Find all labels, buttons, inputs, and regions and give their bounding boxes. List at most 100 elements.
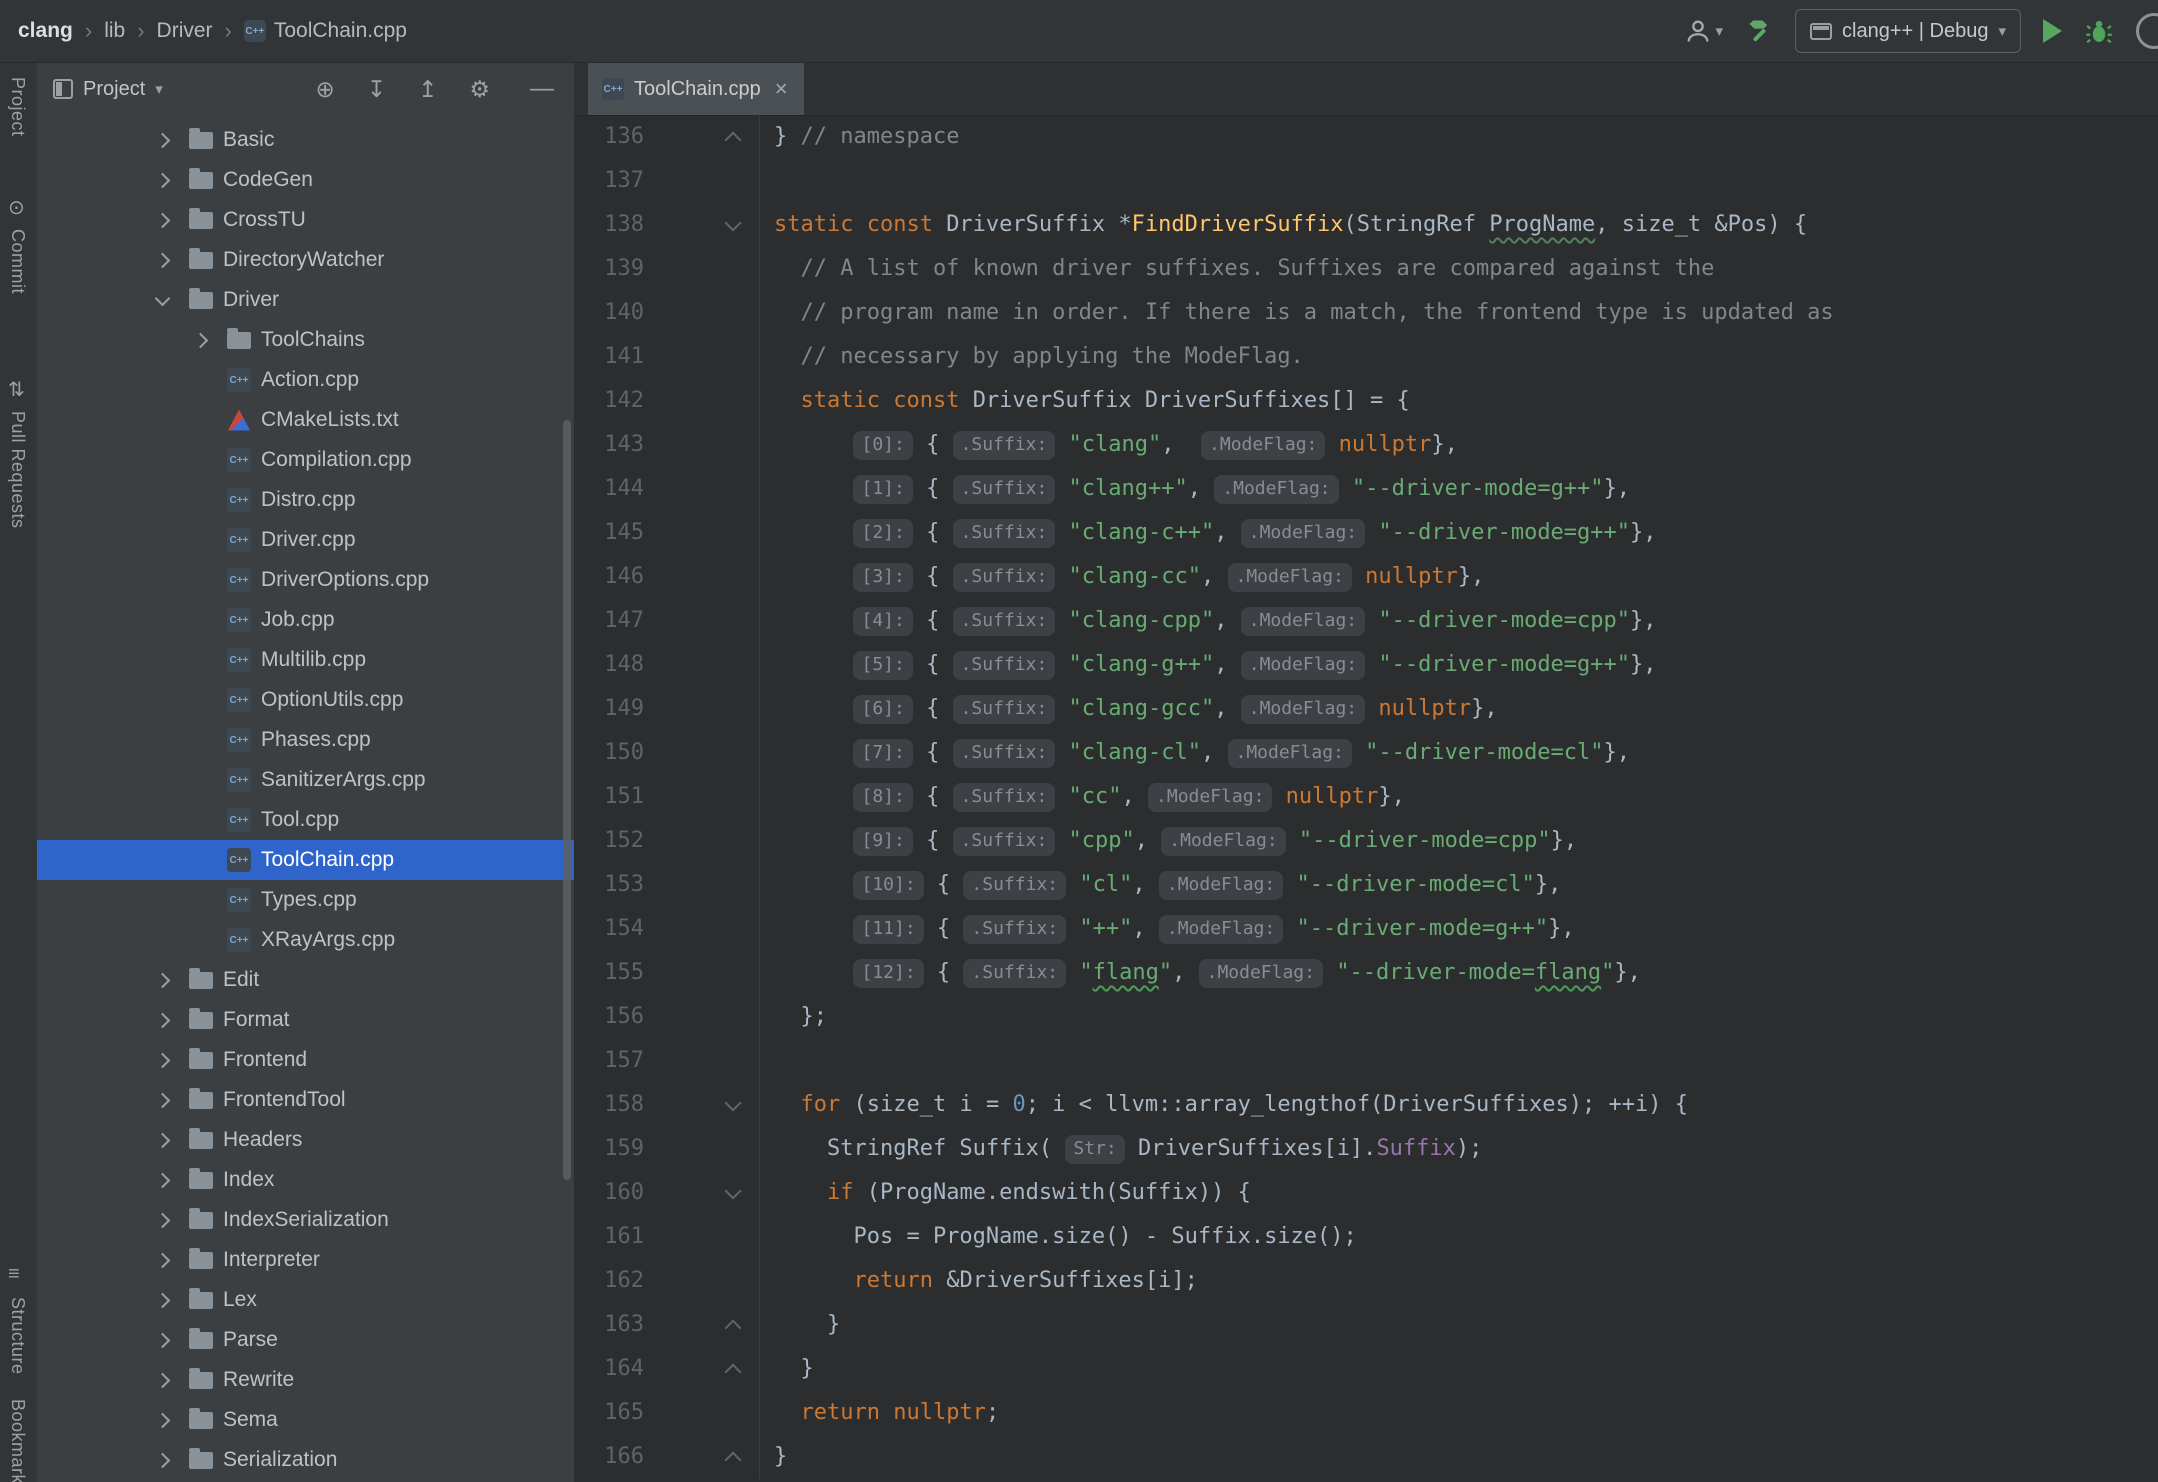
tree-item[interactable]: FrontendTool [37,1080,574,1120]
tree-item[interactable]: C++OptionUtils.cpp [37,680,574,720]
close-icon[interactable]: × [775,76,788,102]
code-line[interactable]: 159 StringRef Suffix( Str: DriverSuffixe… [574,1127,2158,1171]
code-line[interactable]: 148 [5]: { .Suffix: "clang-g++", .ModeFl… [574,643,2158,687]
chevron-right-icon[interactable] [155,252,171,268]
tree-item[interactable]: Parse [37,1320,574,1360]
tree-item[interactable]: C++Distro.cpp [37,480,574,520]
build-button[interactable] [1745,17,1773,45]
chevron-right-icon[interactable] [155,172,171,188]
fold-marker[interactable] [644,1435,760,1479]
tree-item[interactable]: IndexSerialization [37,1200,574,1240]
fold-marker[interactable] [644,203,760,247]
chevron-right-icon[interactable] [155,1332,171,1348]
tree-item[interactable]: Index [37,1160,574,1200]
tree-item[interactable]: Driver [37,280,574,320]
chevron-right-icon[interactable] [155,1052,171,1068]
code-line[interactable]: 150 [7]: { .Suffix: "clang-cl", .ModeFla… [574,731,2158,775]
code-line[interactable]: 145 [2]: { .Suffix: "clang-c++", .ModeFl… [574,511,2158,555]
chevron-right-icon[interactable] [155,212,171,228]
code-line[interactable]: 144 [1]: { .Suffix: "clang++", .ModeFlag… [574,467,2158,511]
tree-item[interactable]: C++Driver.cpp [37,520,574,560]
project-panel-title[interactable]: Project [83,78,145,101]
run-button[interactable] [2043,19,2062,43]
tree-item[interactable]: C++Types.cpp [37,880,574,920]
user-menu-button[interactable]: ▾ [1684,17,1724,45]
tree-item[interactable]: C++Phases.cpp [37,720,574,760]
pull-requests-icon[interactable]: ⇅ [8,377,25,402]
chevron-right-icon[interactable] [155,1092,171,1108]
tree-item[interactable]: Sema [37,1400,574,1440]
code-line[interactable]: 142 static const DriverSuffix DriverSuff… [574,379,2158,423]
code-line[interactable]: 153 [10]: { .Suffix: "cl", .ModeFlag: "-… [574,863,2158,907]
sidebar-item-bookmarks[interactable]: Bookmarks [7,1399,28,1482]
tree-item[interactable]: C++Compilation.cpp [37,440,574,480]
code-line[interactable]: 156 }; [574,995,2158,1039]
tree-item[interactable]: Lex [37,1280,574,1320]
chevron-right-icon[interactable] [155,1172,171,1188]
structure-icon[interactable]: ≡ [8,1263,20,1286]
tree-item[interactable]: C++Tool.cpp [37,800,574,840]
breadcrumb-item-lib[interactable]: lib [104,19,125,43]
code-line[interactable]: 140 // program name in order. If there i… [574,291,2158,335]
code-line[interactable]: 161 Pos = ProgName.size() - Suffix.size(… [574,1215,2158,1259]
tree-item[interactable]: C++SanitizerArgs.cpp [37,760,574,800]
chevron-right-icon[interactable] [155,1212,171,1228]
locate-file-button[interactable]: ⊕ [316,76,335,103]
code-line[interactable]: 158 for (size_t i = 0; i < llvm::array_l… [574,1083,2158,1127]
tree-item[interactable]: C++Action.cpp [37,360,574,400]
tree-item[interactable]: C++Job.cpp [37,600,574,640]
code-line[interactable]: 147 [4]: { .Suffix: "clang-cpp", .ModeFl… [574,599,2158,643]
code-line[interactable]: 149 [6]: { .Suffix: "clang-gcc", .ModeFl… [574,687,2158,731]
fold-marker[interactable] [644,1347,760,1391]
code-line[interactable]: 146 [3]: { .Suffix: "clang-cc", .ModeFla… [574,555,2158,599]
code-line[interactable]: 164 } [574,1347,2158,1391]
code-line[interactable]: 143 [0]: { .Suffix: "clang", .ModeFlag: … [574,423,2158,467]
breadcrumb-item-project[interactable]: clang [18,19,73,43]
sidebar-item-pull-requests[interactable]: Pull Requests [7,411,28,529]
code-line[interactable]: 163 } [574,1303,2158,1347]
breadcrumb-item-file[interactable]: C++ ToolChain.cpp [244,19,407,43]
hide-panel-button[interactable]: — [530,75,554,103]
tree-item[interactable]: Basic [37,120,574,160]
tree-item[interactable]: Interpreter [37,1240,574,1280]
chevron-right-icon[interactable] [193,332,209,348]
collapse-all-button[interactable]: ↥ [418,76,437,103]
code-line[interactable]: 141 // necessary by applying the ModeFla… [574,335,2158,379]
debug-button[interactable] [2084,16,2114,46]
fold-marker[interactable] [644,1083,760,1127]
code-line[interactable]: 160 if (ProgName.endswith(Suffix)) { [574,1171,2158,1215]
chevron-right-icon[interactable] [155,1252,171,1268]
code-line[interactable]: 154 [11]: { .Suffix: "++", .ModeFlag: "-… [574,907,2158,951]
chevron-right-icon[interactable] [155,1372,171,1388]
chevron-right-icon[interactable] [155,972,171,988]
code-line[interactable]: 155 [12]: { .Suffix: "flang", .ModeFlag:… [574,951,2158,995]
tree-item[interactable]: Frontend [37,1040,574,1080]
code-line[interactable]: 165 return nullptr; [574,1391,2158,1435]
commit-icon[interactable]: ⊙ [8,195,25,220]
code-line[interactable]: 151 [8]: { .Suffix: "cc", .ModeFlag: nul… [574,775,2158,819]
tree-item[interactable]: Headers [37,1120,574,1160]
tree-item[interactable]: C++Multilib.cpp [37,640,574,680]
code-line[interactable]: 137 [574,159,2158,203]
chevron-down-icon[interactable]: ▾ [155,80,163,98]
breadcrumb-item-driver[interactable]: Driver [157,19,213,43]
chevron-right-icon[interactable] [155,1012,171,1028]
code-line[interactable]: 166} [574,1435,2158,1479]
tree-item[interactable]: DirectoryWatcher [37,240,574,280]
fold-marker[interactable] [644,1303,760,1347]
settings-button[interactable]: ⚙ [469,76,490,103]
chevron-right-icon[interactable] [155,1292,171,1308]
tree-item[interactable]: CodeGen [37,160,574,200]
run-config-select[interactable]: clang++ | Debug ▾ [1795,9,2021,53]
chevron-right-icon[interactable] [155,1452,171,1468]
tree-item[interactable]: Rewrite [37,1360,574,1400]
sidebar-item-project[interactable]: Project [7,77,28,137]
chevron-right-icon[interactable] [155,1132,171,1148]
tab-toolchain-cpp[interactable]: C++ ToolChain.cpp × [588,63,804,115]
code-line[interactable]: 139 // A list of known driver suffixes. … [574,247,2158,291]
expand-all-button[interactable]: ↧ [367,76,386,103]
chevron-right-icon[interactable] [155,1412,171,1428]
tree-scrollbar[interactable] [563,420,571,1180]
tree-item[interactable]: Format [37,1000,574,1040]
tree-item[interactable]: ToolChains [37,320,574,360]
